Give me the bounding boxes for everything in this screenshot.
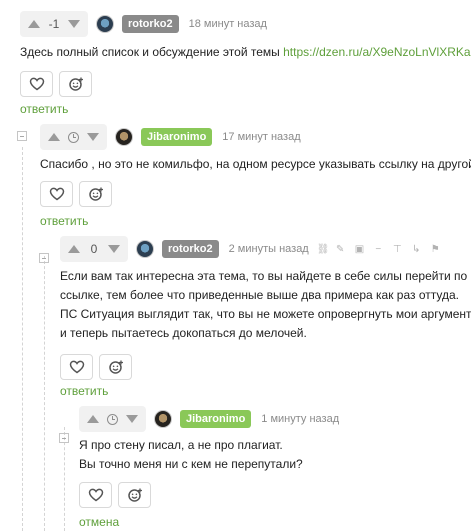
triangle-down-icon[interactable] — [68, 20, 80, 28]
flag-icon[interactable]: ⚑ — [431, 244, 440, 255]
username-badge[interactable]: rotorko2 — [122, 15, 179, 33]
thread-line-1 — [22, 147, 23, 531]
reply-button[interactable]: ответить — [20, 102, 68, 116]
reply-button[interactable]: ответить — [40, 214, 88, 228]
pin-icon[interactable]: ⊤ — [393, 244, 402, 255]
timestamp[interactable]: 1 минуту назад — [261, 413, 339, 425]
smiley-icon[interactable] — [99, 354, 132, 380]
minus-square-icon[interactable] — [59, 433, 69, 443]
text-line: ПС Ситуация выглядит так, что вы не може… — [60, 307, 471, 321]
username-badge[interactable]: Jibaronimo — [180, 410, 252, 428]
comment-4-header: Jibaronimo 1 минуту назад — [79, 406, 339, 432]
external-link[interactable]: https://dzen.ru/a/X9eNzoLnVlXRKa6x — [283, 45, 471, 59]
triangle-up-icon[interactable] — [87, 415, 99, 423]
comment-text: Здесь полный список и обсуждение этой те… — [20, 45, 284, 59]
triangle-down-icon[interactable] — [126, 415, 138, 423]
triangle-up-icon[interactable] — [68, 245, 80, 253]
comment-2-actions — [40, 181, 112, 207]
username-badge[interactable]: rotorko2 — [162, 240, 219, 258]
heart-icon[interactable] — [60, 354, 93, 380]
vote-box — [79, 406, 146, 432]
triangle-down-icon[interactable] — [87, 133, 99, 141]
comment-1-actions — [20, 71, 92, 97]
smiley-icon[interactable] — [79, 181, 112, 207]
triangle-up-icon[interactable] — [28, 20, 40, 28]
vote-score: 0 — [90, 242, 98, 256]
comment-tools: ⛓ ✎ ▣ − ⊤ ↳ ⚑ — [317, 244, 440, 255]
text-line: ссылке, тем более что приведенные выше д… — [60, 288, 459, 302]
reply-button[interactable]: ответить — [60, 384, 108, 398]
triangle-up-icon[interactable] — [48, 133, 60, 141]
comment-3-header: 0 rotorko2 2 минуты назад ⛓ ✎ ▣ − ⊤ ↳ ⚑ — [60, 236, 440, 262]
avatar[interactable] — [136, 240, 154, 258]
text-line: и теперь пытаетесь докопаться до мелочей… — [60, 326, 307, 340]
edit-icon[interactable]: ✎ — [336, 244, 345, 255]
branch-icon[interactable]: ↳ — [412, 244, 421, 255]
avatar[interactable] — [96, 15, 114, 33]
comment-4-actions — [79, 482, 151, 508]
avatar[interactable] — [115, 128, 133, 146]
vote-box: -1 — [20, 11, 88, 37]
triangle-down-icon[interactable] — [108, 245, 120, 253]
smiley-icon[interactable] — [118, 482, 151, 508]
clock-icon — [68, 131, 79, 143]
text-line: Если вам так интересна эта тема, то вы н… — [60, 269, 468, 283]
save-icon[interactable]: ▣ — [355, 244, 364, 255]
comment-4-text: Я про стену писал, а не про плагиат. Вы … — [79, 436, 303, 474]
minus-square-icon[interactable] — [39, 253, 49, 263]
link-icon[interactable]: ⛓ — [317, 244, 330, 255]
clock-icon — [107, 413, 118, 425]
hide-icon[interactable]: − — [374, 244, 383, 255]
heart-icon[interactable] — [40, 181, 73, 207]
text-line: Я про стену писал, а не про плагиат. — [79, 438, 283, 452]
vote-box — [40, 124, 107, 150]
heart-icon[interactable] — [79, 482, 112, 508]
comment-2-header: Jibaronimo 17 минут назад — [40, 124, 301, 150]
text-line: Вы точно меня ни с кем не перепутали? — [79, 457, 303, 471]
vote-box: 0 — [60, 236, 128, 262]
heart-icon[interactable] — [20, 71, 53, 97]
cancel-button[interactable]: отмена — [79, 515, 119, 529]
timestamp[interactable]: 18 минут назад — [189, 18, 267, 30]
username-badge[interactable]: Jibaronimo — [141, 128, 213, 146]
smiley-icon[interactable] — [59, 71, 92, 97]
comment-3-actions — [60, 354, 132, 380]
avatar[interactable] — [154, 410, 172, 428]
comment-1-text: Здесь полный список и обсуждение этой те… — [20, 43, 471, 62]
timestamp[interactable]: 2 минуты назад — [229, 243, 309, 255]
timestamp[interactable]: 17 минут назад — [222, 131, 300, 143]
comment-1-header: -1 rotorko2 18 минут назад — [20, 11, 267, 37]
comment-2-text: Спасибо , но это не комильфо, на одном р… — [40, 157, 471, 171]
thread-line-2 — [44, 256, 45, 531]
minus-square-icon[interactable] — [17, 131, 27, 141]
comment-3-text: Если вам так интересна эта тема, то вы н… — [60, 267, 471, 343]
vote-score: -1 — [48, 17, 60, 31]
